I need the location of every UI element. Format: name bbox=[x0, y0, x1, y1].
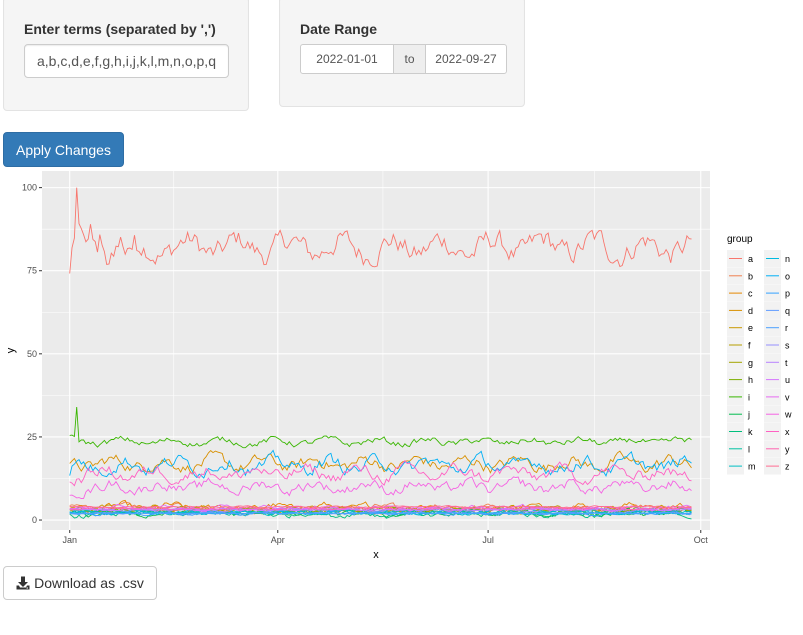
date-range-label: Date Range bbox=[300, 21, 378, 37]
legend-label-l: l bbox=[748, 444, 750, 454]
legend-label-z: z bbox=[785, 462, 790, 472]
x-tick-label: Jul bbox=[482, 535, 494, 545]
legend-label-i: i bbox=[748, 392, 750, 402]
y-tick-label: 100 bbox=[22, 183, 37, 193]
legend-label-u: u bbox=[785, 375, 790, 385]
date-range-panel: Date Range to bbox=[279, 0, 525, 107]
legend-label-x: x bbox=[785, 427, 790, 437]
legend-label-m: m bbox=[748, 462, 756, 472]
y-axis-title: y bbox=[5, 347, 17, 353]
terms-input[interactable] bbox=[24, 44, 229, 78]
terms-panel: Enter terms (separated by ',') bbox=[3, 0, 249, 111]
legend-label-r: r bbox=[785, 323, 788, 333]
legend: group abcdefghijklm nopqrstuvwxyz bbox=[727, 234, 792, 475]
legend-label-g: g bbox=[748, 358, 753, 368]
legend-label-e: e bbox=[748, 323, 753, 333]
plot-panel bbox=[42, 171, 710, 530]
start-date-input[interactable] bbox=[300, 44, 394, 74]
end-date-input[interactable] bbox=[425, 44, 507, 74]
legend-label-j: j bbox=[747, 410, 750, 420]
legend-label-t: t bbox=[785, 358, 788, 368]
line-chart: 0255075100 Jan Apr Jul Oct x y group abcdef… bbox=[5, 171, 792, 560]
legend-label-o: o bbox=[785, 271, 790, 281]
legend-label-p: p bbox=[785, 289, 790, 299]
x-axis: Jan Apr Jul Oct bbox=[62, 530, 708, 545]
legend-title: group bbox=[727, 234, 753, 245]
legend-label-d: d bbox=[748, 306, 753, 316]
legend-label-n: n bbox=[785, 254, 790, 264]
download-csv-button[interactable]: Download as .csv bbox=[3, 566, 157, 600]
x-tick-label: Apr bbox=[271, 535, 285, 545]
legend-label-k: k bbox=[748, 427, 753, 437]
legend-label-s: s bbox=[785, 341, 790, 351]
legend-label-b: b bbox=[748, 271, 753, 281]
date-separator: to bbox=[394, 44, 425, 74]
legend-label-a: a bbox=[748, 254, 753, 264]
y-tick-label: 25 bbox=[27, 432, 37, 442]
download-label: Download as .csv bbox=[34, 575, 144, 591]
y-tick-label: 50 bbox=[27, 349, 37, 359]
date-range-input: to bbox=[300, 44, 507, 74]
x-tick-label: Oct bbox=[694, 535, 709, 545]
legend-label-q: q bbox=[785, 306, 790, 316]
y-axis: 0 25 50 75 100 bbox=[22, 183, 42, 525]
terms-label: Enter terms (separated by ',') bbox=[24, 21, 216, 37]
apply-changes-button[interactable]: Apply Changes bbox=[3, 132, 124, 167]
x-axis-title: x bbox=[373, 549, 379, 560]
y-tick-label: 75 bbox=[27, 266, 37, 276]
legend-label-h: h bbox=[748, 375, 753, 385]
download-icon bbox=[16, 576, 30, 590]
x-tick-label: Jan bbox=[62, 535, 77, 545]
legend-label-c: c bbox=[748, 289, 753, 299]
y-tick-label: 0 bbox=[32, 515, 37, 525]
legend-label-y: y bbox=[785, 444, 790, 454]
legend-label-f: f bbox=[748, 341, 751, 351]
legend-label-v: v bbox=[785, 392, 790, 402]
legend-label-w: w bbox=[784, 410, 792, 420]
